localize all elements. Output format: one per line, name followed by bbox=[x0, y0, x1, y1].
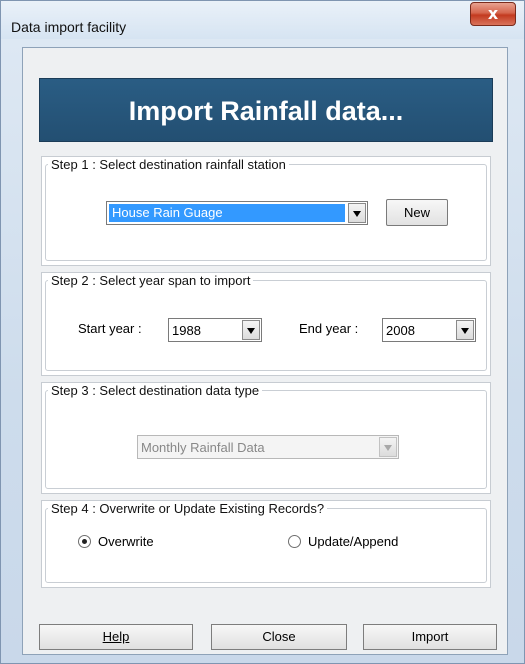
close-window-button[interactable]: x bbox=[470, 2, 516, 26]
page-title: Import Rainfall data... bbox=[128, 96, 404, 126]
dialog-window: Data import facility x Import Rainfall d… bbox=[0, 0, 525, 664]
step1-legend: Step 1 : Select destination rainfall sta… bbox=[51, 157, 286, 172]
start-year-select[interactable]: 1988 bbox=[168, 318, 262, 342]
chevron-down-icon[interactable] bbox=[348, 203, 366, 223]
step1-panel: Step 1 : Select destination rainfall sta… bbox=[41, 156, 491, 266]
station-select-value: House Rain Guage bbox=[109, 204, 345, 222]
overwrite-label[interactable]: Overwrite bbox=[98, 534, 154, 549]
dialog-frame: Import Rainfall data... Step 1 : Select … bbox=[22, 47, 508, 655]
title-bar[interactable]: Data import facility x bbox=[1, 1, 524, 39]
start-year-value: 1988 bbox=[172, 323, 201, 338]
new-station-button[interactable]: New bbox=[386, 199, 448, 226]
step2-legend: Step 2 : Select year span to import bbox=[51, 273, 251, 288]
dialog-header: Import Rainfall data... bbox=[39, 78, 493, 142]
window-title: Data import facility bbox=[11, 19, 127, 35]
chevron-down-icon[interactable] bbox=[242, 320, 260, 340]
step4-legend: Step 4 : Overwrite or Update Existing Re… bbox=[51, 501, 325, 516]
data-type-value: Monthly Rainfall Data bbox=[141, 440, 265, 455]
chevron-down-icon bbox=[379, 437, 397, 457]
step3-panel: Step 3 : Select destination data type Mo… bbox=[41, 382, 491, 494]
overwrite-radio[interactable] bbox=[78, 535, 91, 548]
end-year-select[interactable]: 2008 bbox=[382, 318, 476, 342]
update-append-label[interactable]: Update/Append bbox=[308, 534, 398, 549]
end-year-value: 2008 bbox=[386, 323, 415, 338]
update-append-radio[interactable] bbox=[288, 535, 301, 548]
step4-panel: Step 4 : Overwrite or Update Existing Re… bbox=[41, 500, 491, 588]
help-button[interactable]: Help bbox=[39, 624, 193, 650]
step2-panel: Step 2 : Select year span to import Star… bbox=[41, 272, 491, 376]
station-select[interactable]: House Rain Guage bbox=[106, 201, 368, 225]
data-type-select: Monthly Rainfall Data bbox=[137, 435, 399, 459]
step3-legend: Step 3 : Select destination data type bbox=[51, 383, 260, 398]
chevron-down-icon[interactable] bbox=[456, 320, 474, 340]
close-button[interactable]: Close bbox=[211, 624, 347, 650]
start-year-label: Start year : bbox=[78, 321, 142, 336]
import-button[interactable]: Import bbox=[363, 624, 497, 650]
end-year-label: End year : bbox=[299, 321, 359, 336]
